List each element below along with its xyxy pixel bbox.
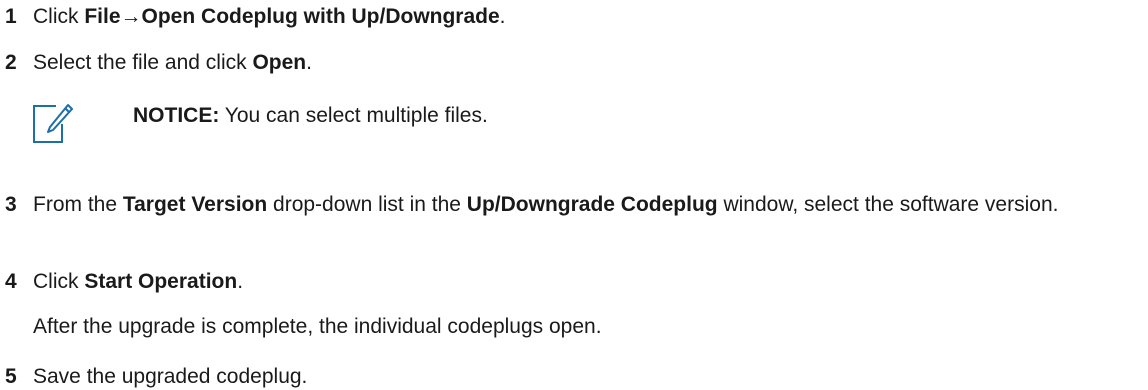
step-text-plain: From the: [33, 193, 123, 216]
step-text-plain: window, select the software version.: [717, 193, 1059, 216]
step-text: Select the file and click Open.: [33, 49, 1148, 76]
step-text-plain: Select the file and click: [33, 51, 253, 74]
step-text-plain: Click: [33, 270, 85, 293]
menu-path: File→Open Codeplug with Up/Downgrade: [84, 5, 500, 28]
step-number: 1: [5, 5, 17, 28]
step-text: Save the upgraded codeplug.: [33, 363, 1148, 390]
window-name: Up/Downgrade Codeplug: [466, 193, 718, 216]
step-text-plain: Click: [33, 5, 85, 28]
step-text-plain: .: [306, 51, 312, 74]
step-text-plain: Save the upgraded codeplug.: [33, 365, 308, 388]
notice-text: NOTICE: You can select multiple files.: [133, 102, 488, 129]
notice-body: You can select multiple files.: [219, 104, 488, 127]
step-text: Click Start Operation.: [33, 268, 1148, 295]
step-text: From the Target Version drop-down list i…: [33, 191, 1148, 218]
step-text-plain: .: [499, 5, 506, 28]
step-number: 4: [5, 270, 17, 293]
notice-box: NOTICE: You can select multiple files.: [24, 98, 724, 150]
step-text: Click File→Open Codeplug with Up/Downgra…: [33, 3, 1148, 30]
step-number: 5: [5, 365, 17, 388]
pencil-icon: [24, 98, 76, 150]
step-number: 2: [5, 51, 17, 74]
button-name: Start Operation: [84, 270, 238, 293]
field-name: Target Version: [122, 193, 268, 216]
button-name: Open: [252, 51, 307, 74]
step-text-plain: drop-down list in the: [267, 193, 467, 216]
step-result: After the upgrade is complete, the indiv…: [33, 315, 602, 338]
step-number: 3: [5, 193, 17, 216]
step-text-plain: .: [237, 270, 244, 293]
notice-label: NOTICE:: [133, 104, 220, 127]
